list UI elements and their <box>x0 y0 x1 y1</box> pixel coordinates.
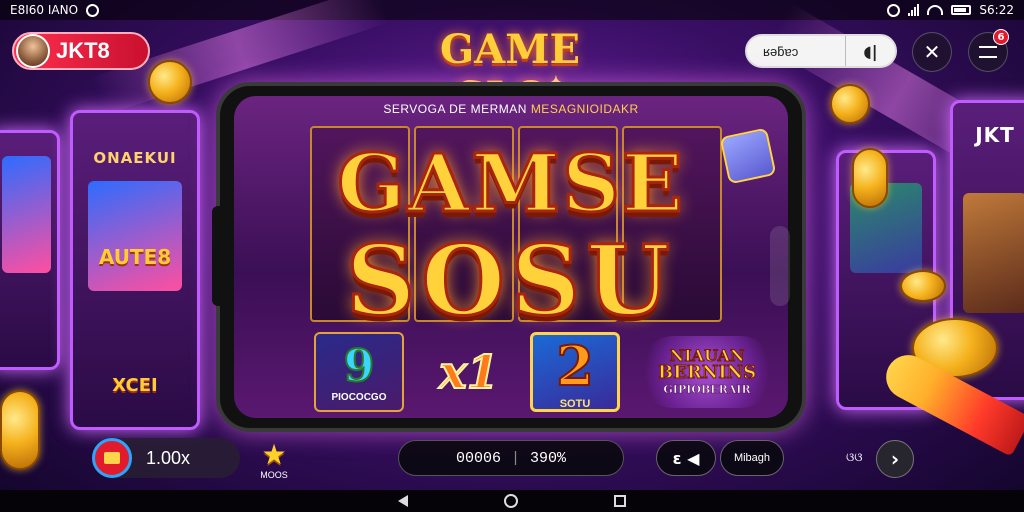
battery-icon <box>951 5 972 15</box>
tile-label: PIOCOCGO <box>331 392 387 403</box>
score-counter: 00006 | 390% <box>398 440 624 476</box>
search-bar[interactable]: ʁəƃɐɔ ◖| <box>745 34 897 68</box>
brand-badge[interactable]: JKT8 <box>12 32 150 70</box>
arcade-left-title: ONAEKUI <box>93 149 177 167</box>
game-title-line2: SOSU <box>345 223 676 339</box>
game-screen[interactable]: SERVOGA DE MERMAN MESAGNIOIDAKR GAMSE SO… <box>234 96 788 418</box>
tile-symbol: 9 <box>343 340 376 393</box>
status-time: S6:22 <box>979 3 1014 17</box>
promo-banner[interactable]: NIAUAN BERNINS GIPIOBERAIR <box>632 326 782 416</box>
phone-side-panel <box>770 226 790 306</box>
arcade-left-sub: AUTE8 <box>98 245 172 269</box>
counter-divider: | <box>510 449 520 467</box>
balance-value: 1.00x <box>146 447 191 468</box>
arcade-machine-left: ONAEKUI AUTE8 XCEI <box>70 110 200 430</box>
sound-icon: ɛ ◀ <box>672 448 700 468</box>
home-icon[interactable] <box>504 494 518 508</box>
small-indicator: ଓଓ <box>846 450 863 464</box>
action-button[interactable]: Mibagh <box>720 440 784 476</box>
gold-coin <box>830 84 870 124</box>
subtitle-part-a: SERVOGA DE MERMAN <box>383 102 527 116</box>
search-text[interactable]: ʁəƃɐɔ <box>747 44 845 59</box>
notification-icon <box>86 3 100 17</box>
gold-coin <box>148 60 192 104</box>
next-button[interactable]: › <box>876 440 914 478</box>
gold-coin <box>0 390 40 470</box>
tile-symbol: x1 <box>438 344 499 400</box>
gold-coin <box>900 270 946 302</box>
sync-icon <box>887 3 901 17</box>
favorites-label: MOOS <box>260 470 288 480</box>
action-label: Mibagh <box>733 452 771 464</box>
counter-value: 00006 <box>455 449 501 467</box>
promo-line3: GIPIOBERAIR <box>663 382 751 396</box>
arcade-left-lower: XCEI <box>112 375 158 396</box>
menu-button[interactable]: 6 <box>968 29 1009 72</box>
notification-badge: 6 <box>993 29 1009 45</box>
tile-label: SOTU <box>559 398 591 410</box>
avatar[interactable] <box>16 34 50 68</box>
android-nav-bar <box>0 490 1024 512</box>
game-subtitle: SERVOGA DE MERMAN MESAGNIOIDAKR <box>234 102 788 116</box>
back-icon[interactable] <box>398 495 408 507</box>
phone-frame: SERVOGA DE MERMAN MESAGNIOIDAKR GAMSE SO… <box>212 82 806 432</box>
signal-icon <box>908 4 920 16</box>
status-left-text: E8I60 IANO <box>10 3 79 17</box>
brand-name: JKT8 <box>56 38 110 63</box>
symbol-tile[interactable]: 9 PIOCOCGO <box>314 332 404 412</box>
chevron-right-icon: › <box>890 447 900 471</box>
search-toggle-button[interactable]: ◖| <box>845 36 895 66</box>
multiplier-tile[interactable]: x1 <box>424 332 514 412</box>
wallet-icon[interactable] <box>92 438 132 478</box>
gold-coin <box>852 148 888 208</box>
status-bar: E8I60 IANO S6:22 <box>0 0 1024 20</box>
phone-notch <box>212 206 234 306</box>
tile-symbol: 2 <box>555 333 595 399</box>
recent-apps-icon[interactable] <box>614 495 626 507</box>
wifi-icon <box>927 5 944 15</box>
sound-control-button[interactable]: ɛ ◀ <box>656 440 716 476</box>
menu-icon <box>979 46 997 58</box>
symbol-tile[interactable]: 2 SOTU <box>530 332 620 412</box>
subtitle-part-b: MESAGNIOIDAKR <box>530 102 639 116</box>
tools-icon: ✕ <box>923 40 941 64</box>
arcade-right-title: JKT <box>975 123 1015 147</box>
counter-percent: 390% <box>530 449 567 467</box>
game-title-line1: GAMSE <box>336 135 685 232</box>
tools-button[interactable]: ✕ <box>912 32 952 72</box>
promo-line2: BERNINS <box>657 361 757 383</box>
favorites-button[interactable]: ★ MOOS <box>256 440 292 484</box>
game-logo: GAME SLO✦ <box>380 26 640 120</box>
arcade-machine-left-far <box>0 130 60 370</box>
star-icon: ★ <box>261 438 287 471</box>
balance-panel[interactable]: 1.00x <box>92 438 240 478</box>
